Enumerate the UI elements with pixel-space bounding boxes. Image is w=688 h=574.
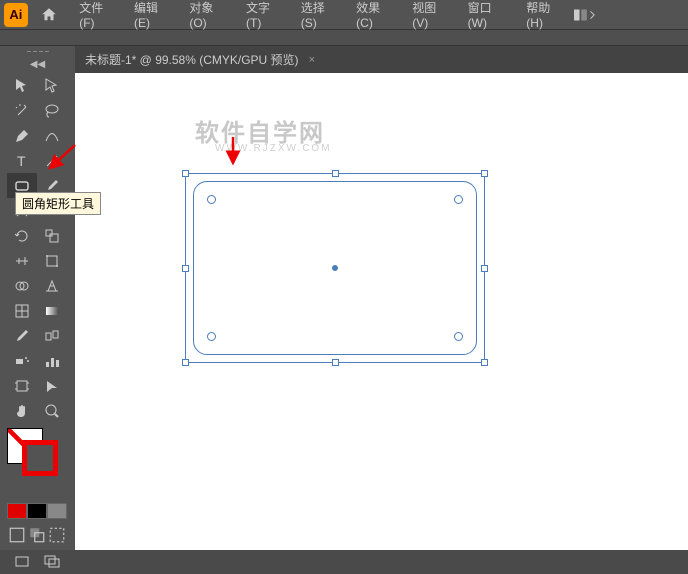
annotation-arrow-2 <box>223 135 243 170</box>
handle-top-left[interactable] <box>182 170 189 177</box>
column-graph-tool[interactable] <box>37 348 67 373</box>
tool-tooltip: 圆角矩形工具 <box>15 192 101 215</box>
rotate-tool[interactable] <box>7 223 37 248</box>
type-tool[interactable]: T <box>7 148 37 173</box>
handle-bottom-left[interactable] <box>182 359 189 366</box>
scale-tool[interactable] <box>37 223 67 248</box>
document-tab[interactable]: 未标题-1* @ 99.58% (CMYK/GPU 预览) × <box>75 46 325 73</box>
tab-title: 未标题-1* @ 99.58% (CMYK/GPU 预览) <box>85 51 299 68</box>
handle-bottom-right[interactable] <box>481 359 488 366</box>
annotation-arrow-1 <box>40 140 80 180</box>
lasso-tool[interactable] <box>37 98 67 123</box>
color-swatch-row <box>0 503 75 519</box>
artboard-tool[interactable] <box>7 373 37 398</box>
corner-widget-bl[interactable] <box>207 332 216 341</box>
app-logo: Ai <box>4 3 28 27</box>
hand-tool[interactable] <box>7 398 37 423</box>
stroke-swatch[interactable] <box>22 440 58 476</box>
menubar: Ai 文件(F) 编辑(E) 对象(O) 文字(T) 选择(S) 效果(C) 视… <box>0 0 688 29</box>
shape-builder-tool[interactable] <box>7 273 37 298</box>
handle-top[interactable] <box>332 170 339 177</box>
svg-text:T: T <box>17 153 26 169</box>
selected-shape[interactable] <box>185 173 485 363</box>
control-strip <box>0 29 688 46</box>
gradient-tool[interactable] <box>37 298 67 323</box>
perspective-grid-tool[interactable] <box>37 273 67 298</box>
toolbox-grip[interactable] <box>0 46 75 56</box>
handle-left[interactable] <box>182 265 189 272</box>
home-icon[interactable] <box>36 3 64 27</box>
main-area: ◀◀ T <box>0 46 688 550</box>
menu-window[interactable]: 窗口(W) <box>460 0 519 30</box>
tool-grid: T <box>0 73 75 423</box>
swatch-black[interactable] <box>27 503 47 519</box>
menu-edit[interactable]: 编辑(E) <box>126 0 181 30</box>
tabbar: 未标题-1* @ 99.58% (CMYK/GPU 预览) × <box>75 46 688 73</box>
menu-view[interactable]: 视图(V) <box>404 0 459 30</box>
magic-wand-tool[interactable] <box>7 98 37 123</box>
tab-close-icon[interactable]: × <box>309 54 315 66</box>
canvas[interactable]: 软件自学网 WWW.RJZXW.COM <box>75 73 688 550</box>
toolbox: ◀◀ T <box>0 46 75 550</box>
toolbox-collapse-icon[interactable]: ◀◀ <box>0 56 75 73</box>
menu-help[interactable]: 帮助(H) <box>518 0 574 30</box>
eyedropper-tool[interactable] <box>7 323 37 348</box>
screen-mode-2-icon[interactable] <box>37 549 67 574</box>
menu-effect[interactable]: 效果(C) <box>348 0 404 30</box>
handle-top-right[interactable] <box>481 170 488 177</box>
draw-inside-icon[interactable] <box>47 525 67 545</box>
corner-widget-tl[interactable] <box>207 195 216 204</box>
drawmode-row <box>0 525 75 545</box>
selection-tool[interactable] <box>7 73 37 98</box>
swatch-gray[interactable] <box>47 503 67 519</box>
menu-object[interactable]: 对象(O) <box>181 0 238 30</box>
symbol-sprayer-tool[interactable] <box>7 348 37 373</box>
handle-right[interactable] <box>481 265 488 272</box>
draw-normal-icon[interactable] <box>7 525 27 545</box>
swatch-red[interactable] <box>7 503 27 519</box>
corner-widget-br[interactable] <box>454 332 463 341</box>
direct-selection-tool[interactable] <box>37 73 67 98</box>
pen-tool[interactable] <box>7 123 37 148</box>
panel-toggle-icon[interactable] <box>574 6 598 24</box>
screen-mode-icon[interactable] <box>7 549 37 574</box>
menu-file[interactable]: 文件(F) <box>71 0 126 30</box>
free-transform-tool[interactable] <box>37 248 67 273</box>
screenmode-row <box>0 549 75 574</box>
blend-tool[interactable] <box>37 323 67 348</box>
corner-widget-tr[interactable] <box>454 195 463 204</box>
draw-behind-icon[interactable] <box>27 525 47 545</box>
zoom-tool[interactable] <box>37 398 67 423</box>
fill-stroke-indicator[interactable] <box>0 428 55 473</box>
handle-bottom[interactable] <box>332 359 339 366</box>
mesh-tool[interactable] <box>7 298 37 323</box>
slice-tool[interactable] <box>37 373 67 398</box>
width-tool[interactable] <box>7 248 37 273</box>
menu-select[interactable]: 选择(S) <box>293 0 348 30</box>
center-point[interactable] <box>332 265 338 271</box>
menu-type[interactable]: 文字(T) <box>238 0 293 30</box>
